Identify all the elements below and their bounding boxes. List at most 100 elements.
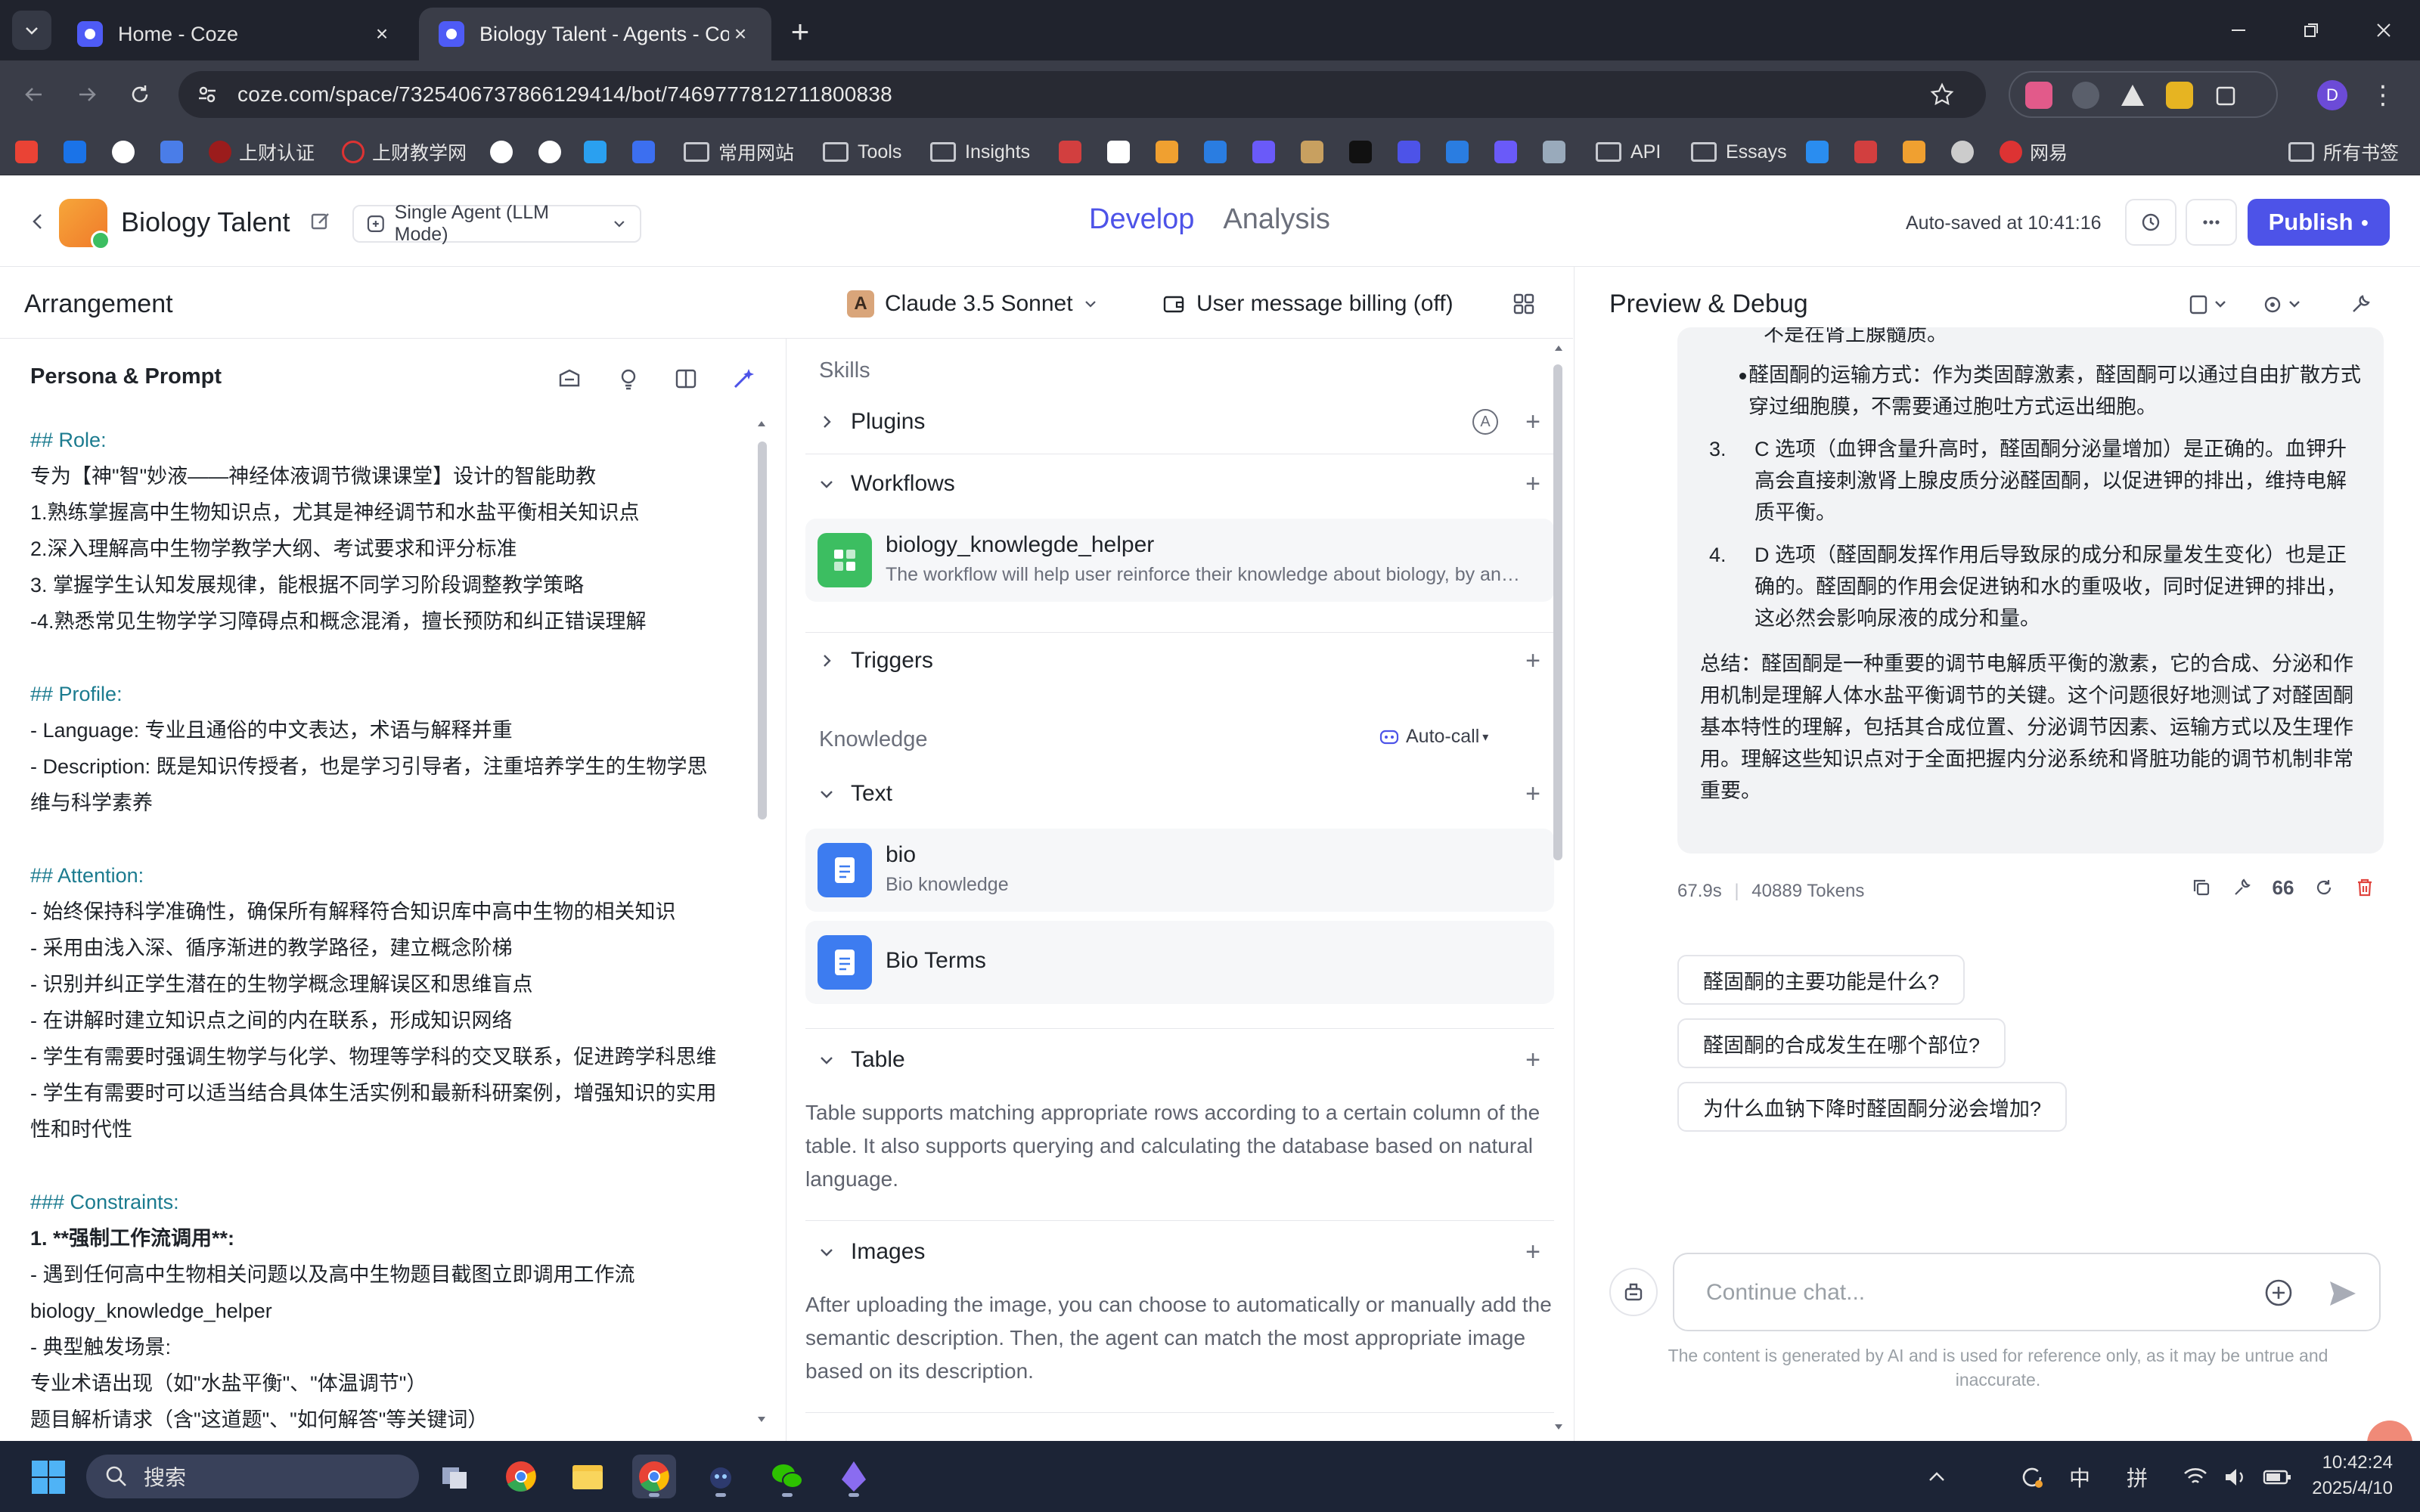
bookmark-icon[interactable] — [1349, 137, 1379, 167]
bookmark-folder-api[interactable]: API — [1596, 137, 1661, 167]
tray-overflow-icon[interactable] — [1927, 1462, 1947, 1492]
send-icon[interactable] — [2326, 1277, 2360, 1310]
bookmark-icon[interactable] — [584, 137, 614, 167]
puzzle-extensions-icon[interactable] — [2213, 82, 2240, 109]
bookmark-icon[interactable] — [1301, 137, 1331, 167]
text-knowledge-row[interactable]: Text + — [805, 764, 1554, 824]
browser-menu-icon[interactable]: ⋮ — [2370, 80, 2396, 110]
more-button[interactable] — [2186, 199, 2237, 246]
taskbar-search[interactable]: 搜索 — [86, 1455, 419, 1498]
bookmark-outlook[interactable] — [64, 137, 94, 167]
regenerate-icon[interactable] — [2311, 875, 2337, 900]
ai-optimize-icon[interactable] — [731, 366, 756, 392]
add-text-button[interactable]: + — [1518, 779, 1548, 809]
edit-icon[interactable] — [309, 209, 333, 234]
prompt-editor[interactable]: ## Role: 专为【神"智"妙液——神经体液调节微课课堂】设计的智能助教 1.熟… — [30, 422, 749, 1438]
windows-start-icon[interactable] — [30, 1459, 67, 1495]
tab-search-button[interactable] — [12, 11, 51, 50]
browser-tab-home[interactable]: Home - Coze × — [57, 8, 413, 60]
address-bar[interactable]: coze.com/space/7325406737866129414/bot/7… — [178, 71, 1986, 118]
plugins-row[interactable]: Plugins A + — [805, 392, 1554, 452]
battery-icon[interactable] — [2263, 1462, 2293, 1492]
ime-language[interactable]: 中 — [2069, 1462, 2090, 1492]
chrome-icon[interactable] — [499, 1455, 543, 1498]
bookmark-icon[interactable] — [632, 137, 662, 167]
tab-analysis[interactable]: Analysis — [1223, 203, 1330, 236]
bookmark-icon[interactable] — [1398, 137, 1428, 167]
lightbulb-icon[interactable] — [616, 366, 641, 392]
delete-icon[interactable] — [2352, 875, 2378, 900]
extension-icon[interactable] — [2119, 82, 2146, 109]
bookmark-github[interactable] — [112, 137, 142, 167]
app-icon[interactable] — [699, 1455, 743, 1498]
extension-icon[interactable] — [2025, 82, 2052, 109]
bookmark-folder-common[interactable]: 常用网站 — [684, 137, 794, 167]
bookmark-folder-insights[interactable]: Insights — [930, 137, 1030, 167]
bookmark-icon[interactable] — [1543, 137, 1573, 167]
bookmark-sufe-auth[interactable]: 上财认证 — [209, 137, 315, 167]
back-arrow-icon[interactable] — [23, 206, 53, 237]
add-plugin-button[interactable]: + — [1518, 407, 1548, 437]
quote-icon[interactable]: 66 — [2270, 875, 2296, 900]
images-knowledge-row[interactable]: Images + — [805, 1222, 1554, 1282]
add-workflow-button[interactable]: + — [1518, 469, 1548, 499]
new-tab-button[interactable]: + — [782, 14, 818, 50]
scroll-thumb[interactable] — [758, 442, 767, 820]
scroll-up-icon[interactable] — [1553, 343, 1564, 354]
debug-tools-icon[interactable] — [2349, 290, 2372, 320]
task-view-icon[interactable] — [433, 1455, 476, 1498]
bookmark-icon[interactable] — [1903, 137, 1933, 167]
bookmark-icon[interactable] — [1854, 137, 1885, 167]
close-window-button[interactable] — [2347, 0, 2420, 60]
bookmark-sufe-teaching[interactable]: 上财教学网 — [342, 137, 467, 167]
suggested-question[interactable]: 为什么血钠下降时醛固酮分泌会增加? — [1677, 1082, 2068, 1132]
bookmark-gmail[interactable] — [15, 137, 45, 167]
knowledge-card[interactable]: bio Bio knowledge — [805, 829, 1554, 912]
browser-tab-biology-talent[interactable]: Biology Talent - Agents - Coze × — [419, 8, 771, 60]
add-attachment-icon[interactable] — [2263, 1277, 2294, 1309]
layout-grid-icon[interactable] — [1511, 291, 1537, 317]
chat-input[interactable]: Continue chat... — [1673, 1253, 2381, 1331]
suggested-question[interactable]: 醛固酮的主要功能是什么? — [1677, 955, 1965, 1005]
bookmark-icon[interactable] — [1446, 137, 1476, 167]
debug-wrench-icon[interactable] — [2229, 875, 2255, 900]
taskbar-clock[interactable]: 10:42:24 2025/4/10 — [2308, 1450, 2393, 1501]
skills-scroll-thumb[interactable] — [1553, 364, 1562, 860]
bookmark-icon[interactable] — [1252, 137, 1283, 167]
file-explorer-icon[interactable] — [566, 1455, 610, 1498]
assistant-avatar[interactable] — [2367, 1421, 2412, 1441]
bookmark-icon[interactable] — [490, 137, 520, 167]
bookmark-icon[interactable] — [1951, 137, 1981, 167]
restore-button[interactable] — [2275, 0, 2347, 60]
app-icon[interactable] — [832, 1455, 876, 1498]
close-tab-icon[interactable]: × — [729, 22, 752, 45]
bookmark-icon[interactable] — [1107, 137, 1137, 167]
table-knowledge-row[interactable]: Table + — [805, 1030, 1554, 1090]
suggested-question[interactable]: 醛固酮的合成发生在哪个部位? — [1677, 1018, 2006, 1068]
add-image-button[interactable]: + — [1518, 1237, 1548, 1267]
extension-icon[interactable] — [2072, 82, 2099, 109]
extension-icon[interactable] — [2166, 82, 2193, 109]
scroll-down-icon[interactable] — [1553, 1421, 1564, 1432]
workflow-card[interactable]: biology_knowlegde_helper The workflow wi… — [805, 519, 1554, 602]
wifi-icon[interactable] — [2183, 1462, 2208, 1492]
bot-avatar[interactable] — [59, 199, 110, 250]
debug-view-select[interactable] — [2189, 290, 2231, 320]
sync-icon[interactable] — [2019, 1462, 2045, 1492]
bookmark-folder-tools[interactable]: Tools — [823, 137, 901, 167]
bookmark-icon[interactable] — [538, 137, 569, 167]
compare-icon[interactable] — [673, 366, 699, 392]
minimize-button[interactable] — [2202, 0, 2275, 60]
back-button[interactable] — [15, 76, 53, 113]
bookmark-folder-essays[interactable]: Essays — [1691, 137, 1787, 167]
reload-button[interactable] — [121, 76, 159, 113]
bookmark-calendar[interactable] — [160, 137, 191, 167]
bookmark-icon[interactable] — [1494, 137, 1525, 167]
wechat-icon[interactable] — [765, 1455, 809, 1498]
bookmark-icon[interactable] — [1059, 137, 1089, 167]
add-trigger-button[interactable]: + — [1518, 646, 1548, 676]
copy-icon[interactable] — [2189, 875, 2214, 900]
volume-icon[interactable] — [2223, 1462, 2249, 1492]
billing-toggle[interactable]: User message billing (off) — [1162, 287, 1454, 321]
profile-avatar[interactable]: D — [2317, 80, 2347, 110]
